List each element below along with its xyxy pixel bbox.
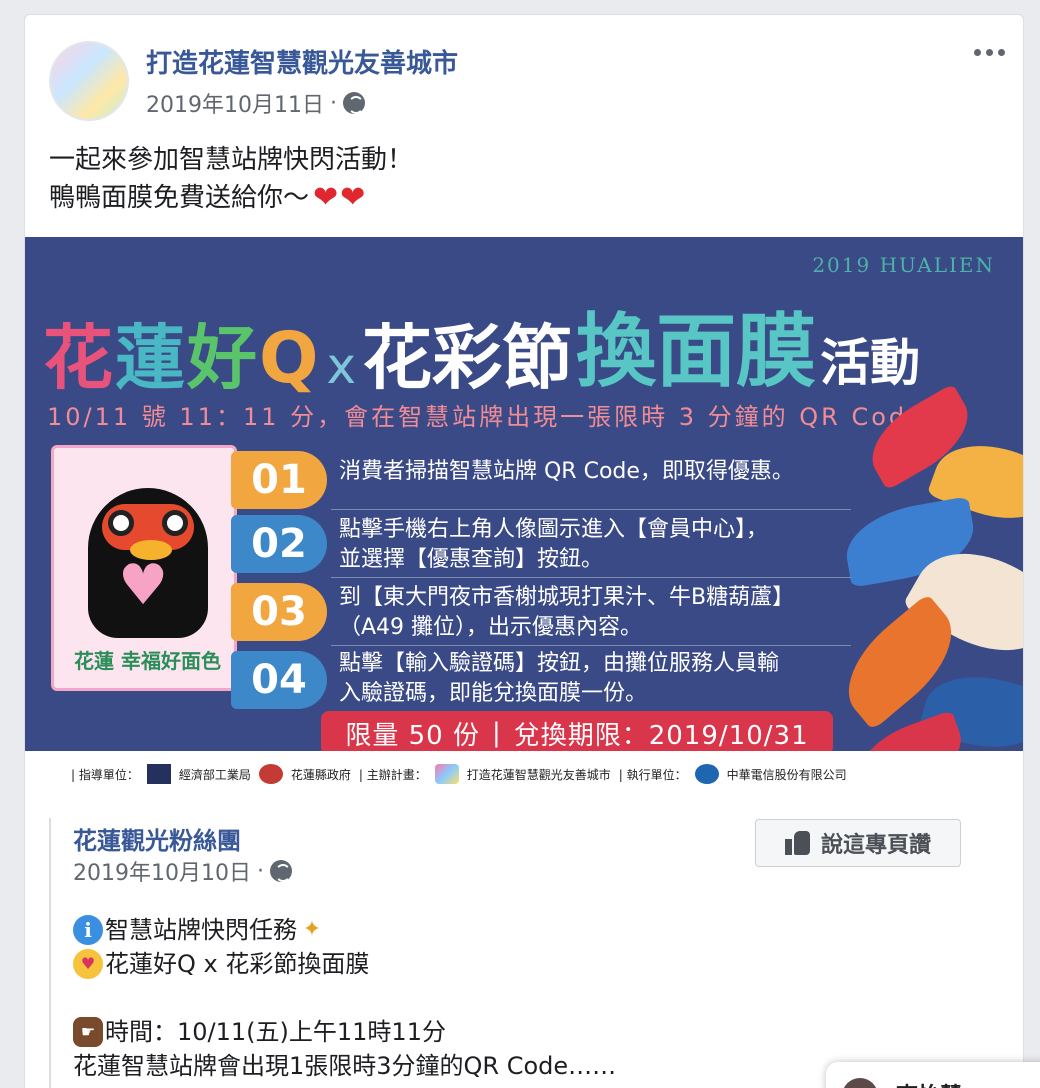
shared-post-text: i 智慧站牌快閃任務 ✦ ♥ 花蓮好Q x 花彩節換面膜 ☛ 時間：10/11(…: [73, 913, 616, 1083]
post-text-line-content: 鴨鴨面膜免費送給你～: [49, 183, 310, 213]
footer-host: 打造花蓮智慧觀光友善城市: [466, 767, 611, 782]
step-text: 點擊手機右上角人像圖示進入【會員中心】， 並選擇【優惠查詢】按鈕。: [339, 515, 768, 575]
more-options-icon[interactable]: [974, 49, 1005, 56]
project-logo-icon: [434, 764, 459, 784]
shared-text-line: ♥ 花蓮好Q x 花彩節換面膜: [73, 947, 616, 981]
shared-line: 智慧站牌快閃任務: [105, 916, 297, 944]
step-number: 04: [231, 651, 327, 709]
post-image[interactable]: 2019 HUALIEN 花蓮好Q x 花彩節 換面膜 活動 10/11 號 1…: [25, 237, 1023, 797]
heart-icon: ❤: [340, 180, 366, 215]
step-line: （A49 攤位），出示優惠內容。: [339, 615, 643, 640]
step-number: 01: [231, 451, 327, 509]
globe-icon: [342, 92, 365, 114]
product-label: 花蓮 幸福好面色: [74, 649, 221, 673]
post-meta: 2019年10月11日 ·: [146, 87, 365, 119]
heart-icon: ♥: [118, 553, 169, 618]
step-number: 03: [231, 583, 327, 641]
shared-post-bar: [49, 818, 51, 1088]
shared-page-name-link[interactable]: 花蓮觀光粉絲團: [73, 821, 241, 856]
heart-icon: ❤: [313, 180, 339, 215]
step-text: 點擊【輸入驗證碼】按鈕，由攤位服務人員輸 入驗證碼，即能兌換面膜一份。: [339, 649, 779, 709]
meta-separator: ·: [329, 90, 337, 116]
title-char: Q: [259, 317, 321, 399]
hualien-gov-logo-icon: [258, 764, 283, 784]
globe-icon: [269, 860, 292, 882]
banner-title: 花蓮好Q x 花彩節 換面膜 活動: [43, 287, 920, 403]
smiling-face-hearts-icon: ♥: [73, 949, 103, 979]
footer-exec: 中華電信股份有限公司: [726, 767, 847, 782]
footer-exec-label: | 執行單位：: [618, 767, 687, 782]
shared-text-line: i 智慧站牌快閃任務 ✦: [73, 913, 616, 947]
title-x: x: [326, 337, 357, 395]
like-page-button[interactable]: 說這專頁讚: [755, 819, 961, 867]
step-text: 消費者掃描智慧站牌 QR Code，即取得優惠。: [339, 457, 794, 487]
title-char: 蓮: [115, 317, 187, 399]
shared-line: 花蓮智慧站牌會出現1張限時3分鐘的QR Code……: [73, 1052, 617, 1080]
page-avatar[interactable]: [49, 41, 129, 121]
limit-separator: |: [492, 718, 502, 748]
step-number: 02: [231, 515, 327, 573]
step-line: 消費者掃描智慧站牌 QR Code，即取得優惠。: [339, 459, 794, 484]
shared-text-line: ☛ 時間：10/11(五)上午11時11分: [73, 1015, 616, 1049]
post-text-line-2: 鴨鴨面膜免費送給你～ ❤ ❤: [49, 179, 413, 217]
step-text: 到【東大門夜市香榭城現打果汁、牛B糖葫蘆】 （A49 攤位），出示優惠內容。: [339, 583, 794, 643]
title-char: 花: [43, 317, 115, 399]
step-line: 並選擇【優惠查詢】按鈕。: [339, 547, 604, 572]
step-line: 點擊【輸入驗證碼】按鈕，由攤位服務人員輸: [339, 651, 780, 676]
heart-emojis: ❤ ❤: [313, 183, 365, 213]
footer-guide1: 經濟部工業局: [178, 767, 251, 782]
banner-subtitle: 10/11 號 11：11 分，會在智慧站牌出現一張限時 3 分鐘的 QR Co…: [47, 403, 925, 431]
footer-guide2: 花蓮縣政府: [290, 767, 351, 782]
divider: [331, 509, 851, 510]
shared-post-date[interactable]: 2019年10月10日: [73, 855, 251, 887]
flower-decoration: [825, 383, 1023, 797]
cht-logo-icon: [694, 764, 719, 784]
banner-year: 2019 HUALIEN: [812, 253, 995, 277]
post-text: 一起來參加智慧站牌快閃活動！ 鴨鴨面膜免費送給你～ ❤ ❤: [49, 141, 413, 217]
info-icon: i: [73, 915, 103, 945]
shared-line: 花蓮好Q x 花彩節換面膜: [105, 950, 370, 978]
shared-text-line: 花蓮智慧站牌會出現1張限時3分鐘的QR Code……: [73, 1049, 616, 1083]
limit-deadline: 兌換期限：2019/10/31: [513, 720, 809, 751]
post-date[interactable]: 2019年10月11日: [146, 87, 324, 119]
footer-guide-label: | 指導單位：: [71, 767, 139, 782]
limit-bar: 限量 50 份 | 兌換期限：2019/10/31: [321, 711, 833, 755]
step-line: 入驗證碼，即能兌換面膜一份。: [339, 681, 648, 706]
chat-contact-name: 李怡慧: [896, 1078, 962, 1088]
title-char: 好: [187, 317, 259, 399]
banner-footer: | 指導單位： 經濟部工業局 花蓮縣政府 | 主辦計畫： 打造花蓮智慧觀光友善城…: [25, 751, 1023, 797]
divider: [331, 577, 851, 578]
duck-eye: [162, 510, 188, 536]
title-festival: 花彩節: [362, 317, 573, 399]
meta-separator: ·: [256, 858, 264, 884]
mask-product-image: ♥ 花蓮 幸福好面色: [51, 445, 237, 691]
divider: [331, 645, 851, 646]
title-hualien-q: 花蓮好Q: [43, 302, 321, 403]
duck-eye: [108, 510, 134, 536]
limit-quantity: 限量 50 份: [345, 720, 480, 751]
footer-host-label: | 主辦計畫：: [358, 767, 427, 782]
pointing-hand-icon: ☛: [73, 1017, 103, 1047]
chat-avatar: [842, 1078, 878, 1088]
party-popper-icon: ✦: [302, 917, 322, 942]
page-name-link[interactable]: 打造花蓮智慧觀光友善城市: [146, 43, 458, 80]
post-card: 打造花蓮智慧觀光友善城市 2019年10月11日 · 一起來參加智慧站牌快閃活動…: [24, 14, 1024, 1088]
step-line: 點擊手機右上角人像圖示進入【會員中心】，: [339, 517, 769, 542]
post-text-line: 一起來參加智慧站牌快閃活動！: [49, 145, 414, 175]
step-line: 到【東大門夜市香榭城現打果汁、牛B糖葫蘆】: [339, 585, 795, 610]
title-mask: 換面膜: [576, 305, 817, 398]
shared-line: 時間：10/11(五)上午11時11分: [105, 1018, 446, 1046]
shared-post-meta: 2019年10月10日 ·: [73, 855, 292, 887]
moea-logo-icon: [146, 764, 171, 784]
thumbs-up-icon: [784, 831, 811, 855]
title-activity: 活動: [820, 334, 921, 392]
like-page-label: 說這專頁讚: [820, 833, 931, 858]
chat-tab[interactable]: 李怡慧: [826, 1062, 1040, 1088]
